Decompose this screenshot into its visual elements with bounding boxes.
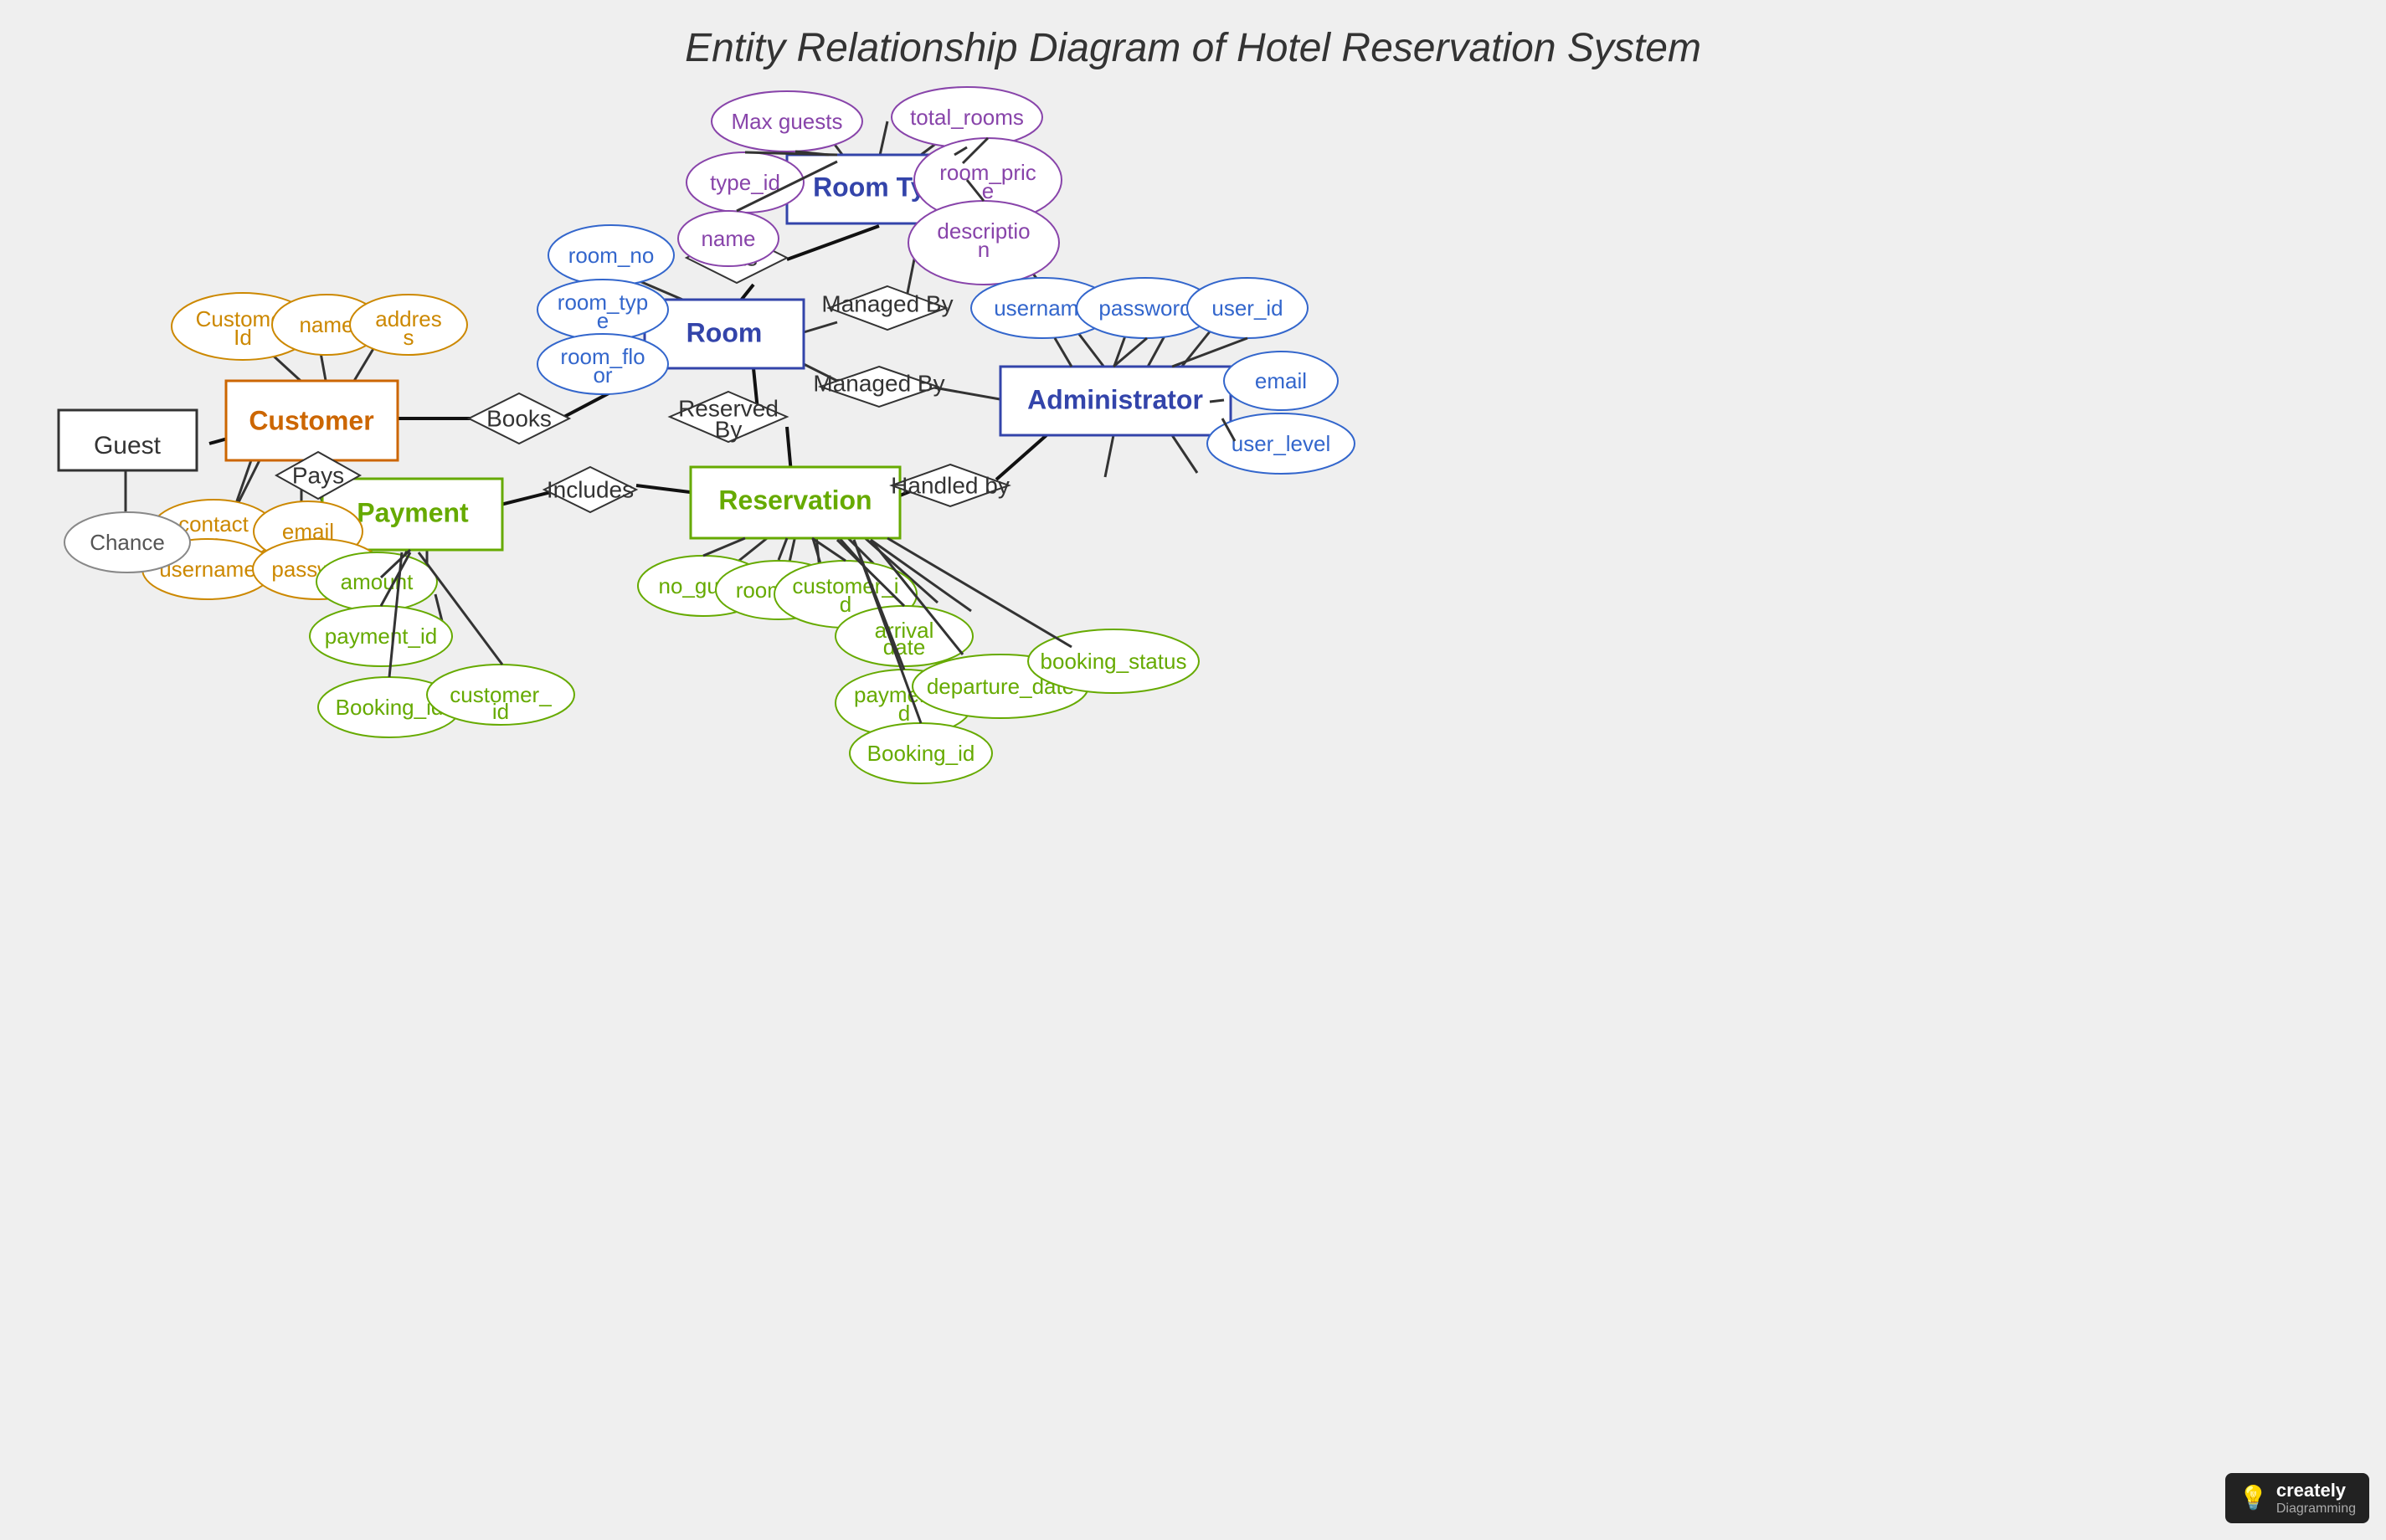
booking-status-text: booking_status <box>1041 649 1187 674</box>
chance-text: Chance <box>90 530 165 555</box>
type-id-text: type_id <box>710 170 780 195</box>
max-guests-text: Max guests <box>732 109 843 134</box>
managed-by-lower-label: Managed By <box>813 370 944 396</box>
books-label: Books <box>486 405 552 431</box>
total-rooms-text: total_rooms <box>910 105 1024 130</box>
customer-id-text2: Id <box>234 325 252 350</box>
includes-label: Includes <box>547 476 634 502</box>
payment-label: Payment <box>357 497 469 527</box>
customer-label: Customer <box>249 405 373 435</box>
watermark-brand: creately <box>2276 1480 2356 1502</box>
amount-text: amount <box>341 569 414 594</box>
customer-id-res-text2: d <box>840 592 851 617</box>
reserved-by-label2: By <box>715 416 743 442</box>
room-type-text2: e <box>597 308 609 333</box>
watermark-sub: Diagramming <box>2276 1502 2356 1517</box>
email-admin-text: email <box>1255 368 1307 393</box>
name-text: name <box>299 312 353 337</box>
payment-id-res-text2: d <box>898 701 910 726</box>
payment-id-text: payment_id <box>325 624 437 649</box>
customer-id-payment-text2: id <box>492 699 509 724</box>
watermark-icon: 💡 <box>2239 1484 2268 1512</box>
administrator-label: Administrator <box>1027 384 1203 414</box>
description-text2: n <box>978 237 990 262</box>
room-no-text: room_no <box>568 243 655 268</box>
room-label: Room <box>686 317 763 347</box>
reservation-label: Reservation <box>718 485 872 515</box>
user-level-text: user_level <box>1232 431 1331 456</box>
booking-id-res-text: Booking_id <box>867 741 975 766</box>
guest-label: Guest <box>94 432 162 459</box>
diagram-container: Entity Relationship Diagram of Hotel Res… <box>0 0 2386 1540</box>
password-admin-text: password <box>1098 295 1191 321</box>
address-text2: s <box>404 325 414 350</box>
user-id-text: user_id <box>1211 295 1283 321</box>
er-diagram: Guest Customer Payment Reservation Room … <box>0 0 2386 1540</box>
room-type-name-text: name <box>701 226 755 251</box>
pays-label: Pays <box>292 462 344 488</box>
room-floor-text2: or <box>593 362 612 388</box>
managed-by-upper-label: Managed By <box>821 290 953 316</box>
watermark: 💡 creately Diagramming <box>2225 1473 2369 1523</box>
handled-by-label: Handled by <box>891 472 1010 498</box>
